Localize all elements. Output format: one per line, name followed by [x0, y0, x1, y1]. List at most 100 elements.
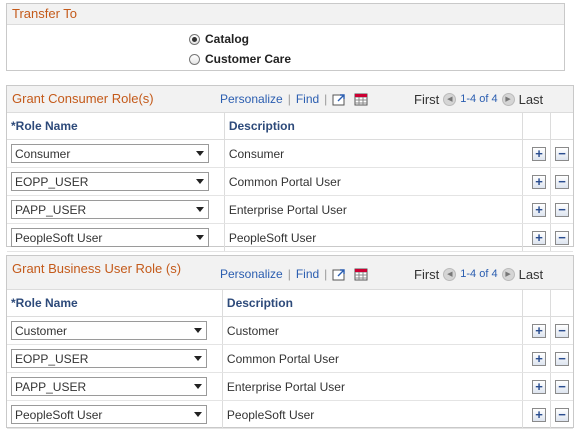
find-link[interactable]: Find [296, 267, 319, 281]
separator: | [324, 267, 328, 281]
delete-row-button[interactable]: − [555, 230, 569, 245]
role-select[interactable]: PeopleSoft User [11, 405, 207, 424]
col-role-name: *Role Name [7, 113, 225, 140]
add-row-button[interactable]: + [531, 407, 546, 422]
col-add [522, 113, 552, 140]
first-link[interactable]: First [414, 92, 439, 107]
col-description: Description [224, 113, 523, 140]
pagination: First ◀ 1-4 of 4 ▶ Last [414, 86, 543, 112]
role-select[interactable]: Consumer [11, 144, 209, 163]
table-row: Consumer Consumer + − [7, 139, 573, 168]
col-remove [550, 113, 573, 140]
find-link[interactable]: Find [296, 92, 319, 106]
grid-title: Grant Consumer Role(s) [12, 91, 154, 106]
role-value: Consumer [15, 146, 71, 161]
table-row: PeopleSoft User PeopleSoft User + − [7, 400, 573, 429]
grid-header: Grant Consumer Role(s) Personalize | Fin… [7, 86, 573, 113]
transfer-to-header: Transfer To [7, 4, 564, 25]
next-arrow-icon[interactable]: ▶ [501, 92, 515, 106]
radio-customer-care-label: Customer Care [205, 52, 292, 66]
delete-row-button[interactable]: − [555, 146, 569, 161]
table-row: PAPP_USER Enterprise Portal User + − [7, 195, 573, 224]
description-cell: PeopleSoft User [224, 223, 523, 252]
role-select[interactable]: PeopleSoft User [11, 228, 209, 247]
description-cell: PeopleSoft User [222, 400, 523, 429]
col-add [522, 290, 552, 317]
consumer-roles-table: *Role Name Description Consumer Consumer… [7, 113, 573, 252]
add-row-button[interactable]: + [531, 202, 546, 217]
row-count: 1-4 of 4 [460, 93, 498, 105]
row-count: 1-4 of 4 [460, 268, 498, 280]
description-cell: Enterprise Portal User [224, 195, 523, 224]
role-value: PeopleSoft User [15, 230, 103, 245]
dropdown-caret-icon [194, 384, 202, 389]
add-row-button[interactable]: + [531, 323, 546, 338]
radio-selected-icon[interactable] [189, 33, 200, 45]
business-user-roles-table: *Role Name Description Customer Customer… [7, 290, 573, 429]
transfer-to-section: Transfer To Catalog Customer Care [6, 3, 565, 71]
view-all-icon[interactable] [332, 93, 347, 106]
previous-arrow-icon[interactable]: ◀ [443, 92, 457, 106]
last-link[interactable]: Last [519, 267, 544, 282]
dropdown-caret-icon [196, 179, 204, 184]
next-arrow-icon[interactable]: ▶ [501, 267, 515, 281]
col-remove [550, 290, 573, 317]
dropdown-caret-icon [196, 235, 204, 240]
separator: | [324, 92, 328, 106]
previous-arrow-icon[interactable]: ◀ [443, 267, 457, 281]
grid-toolbar: Personalize | Find | [220, 86, 369, 112]
description-cell: Customer [222, 316, 523, 345]
radio-unselected-icon[interactable] [189, 53, 200, 65]
radio-catalog[interactable]: Catalog [189, 32, 249, 46]
table-row: Customer Customer + − [7, 316, 573, 345]
first-link[interactable]: First [414, 267, 439, 282]
col-description: Description [222, 290, 523, 317]
dropdown-caret-icon [194, 412, 202, 417]
table-row: PAPP_USER Enterprise Portal User + − [7, 372, 573, 401]
dropdown-caret-icon [194, 328, 202, 333]
add-row-button[interactable]: + [531, 351, 546, 366]
add-row-button[interactable]: + [531, 379, 546, 394]
role-value: PAPP_USER [15, 202, 87, 217]
table-row: EOPP_USER Common Portal User + − [7, 344, 573, 373]
delete-row-button[interactable]: − [555, 407, 569, 422]
add-row-button[interactable]: + [531, 230, 546, 245]
role-select[interactable]: EOPP_USER [11, 172, 209, 191]
role-value: EOPP_USER [15, 174, 89, 189]
description-cell: Enterprise Portal User [222, 372, 523, 401]
last-link[interactable]: Last [519, 92, 544, 107]
role-value: Customer [15, 323, 68, 338]
view-all-icon[interactable] [332, 268, 347, 281]
role-select[interactable]: EOPP_USER [11, 349, 207, 368]
add-row-button[interactable]: + [531, 146, 546, 161]
table-row: PeopleSoft User PeopleSoft User + − [7, 223, 573, 252]
radio-customer-care[interactable]: Customer Care [189, 52, 291, 66]
description-cell: Common Portal User [222, 344, 523, 373]
role-value: EOPP_USER [15, 351, 89, 366]
role-value: PAPP_USER [15, 379, 87, 394]
separator: | [287, 267, 291, 281]
personalize-link[interactable]: Personalize [220, 267, 283, 281]
role-value: PeopleSoft User [15, 407, 103, 422]
delete-row-button[interactable]: − [555, 174, 569, 189]
role-select[interactable]: PAPP_USER [11, 377, 207, 396]
dropdown-caret-icon [196, 207, 204, 212]
personalize-link[interactable]: Personalize [220, 92, 283, 106]
radio-catalog-label: Catalog [205, 32, 250, 46]
description-cell: Consumer [224, 139, 523, 168]
add-row-button[interactable]: + [531, 174, 546, 189]
download-grid-icon[interactable] [354, 268, 369, 281]
delete-row-button[interactable]: − [555, 379, 569, 394]
delete-row-button[interactable]: − [555, 323, 569, 338]
delete-row-button[interactable]: − [555, 202, 569, 217]
consumer-roles-grid: Grant Consumer Role(s) Personalize | Fin… [6, 85, 574, 252]
delete-row-button[interactable]: − [555, 351, 569, 366]
role-select[interactable]: Customer [11, 321, 207, 340]
grid-header: Grant Business User Role (s) Personalize… [7, 256, 573, 290]
download-grid-icon[interactable] [354, 93, 369, 106]
role-select[interactable]: PAPP_USER [11, 200, 209, 219]
dropdown-caret-icon [194, 356, 202, 361]
table-row: EOPP_USER Common Portal User + − [7, 167, 573, 196]
separator: | [287, 92, 291, 106]
pagination: First ◀ 1-4 of 4 ▶ Last [414, 256, 543, 292]
